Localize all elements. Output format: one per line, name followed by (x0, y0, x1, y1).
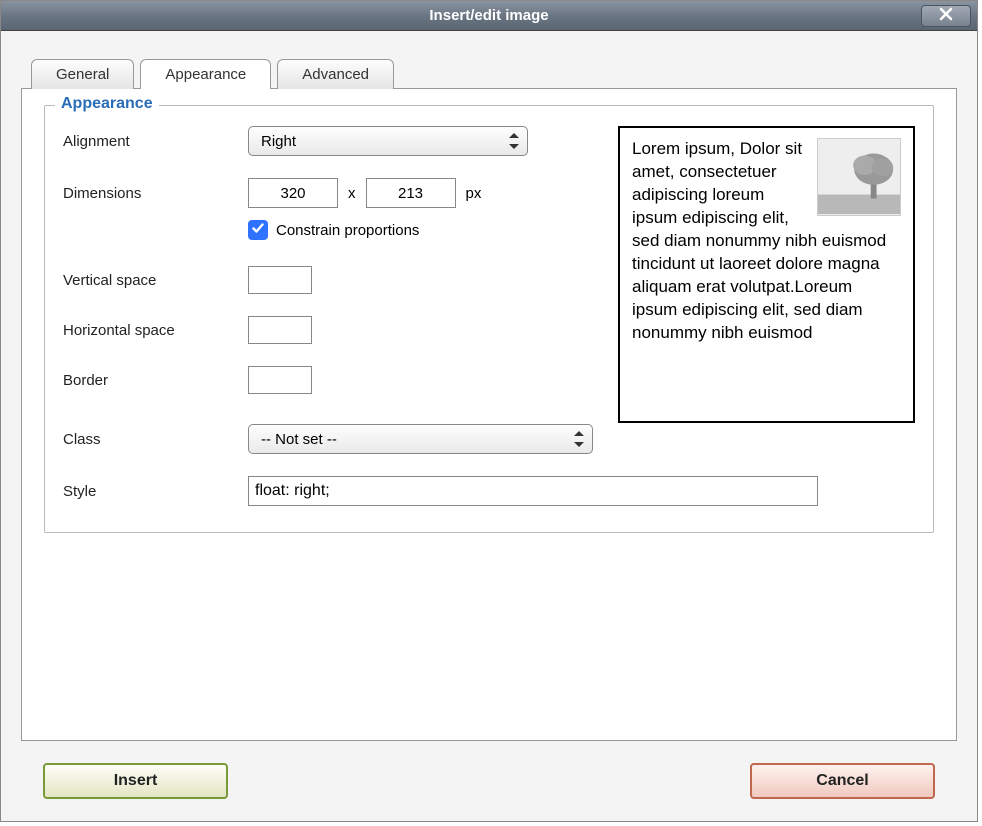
width-input[interactable] (248, 178, 338, 208)
button-label: Insert (114, 772, 158, 790)
style-input[interactable] (248, 476, 818, 506)
row-style: Style (63, 476, 915, 506)
dialog-title: Insert/edit image (429, 7, 548, 24)
tab-general[interactable]: General (31, 59, 134, 89)
vspace-label: Vertical space (63, 272, 248, 289)
class-select[interactable]: -- Not set -- (248, 424, 593, 454)
dimensions-label: Dimensions (63, 185, 248, 202)
check-icon (251, 221, 265, 239)
style-label: Style (63, 483, 248, 500)
tab-label: Advanced (302, 66, 369, 83)
tab-panel: Appearance Alignment Right Dimensions (21, 88, 957, 741)
hspace-input[interactable] (248, 316, 312, 344)
tree-icon (818, 138, 900, 215)
vspace-input[interactable] (248, 266, 312, 294)
chevron-updown-icon (509, 133, 519, 149)
tab-label: General (56, 66, 109, 83)
preview-box: Lorem ipsum, Dolor sit amet, consectetue… (618, 126, 915, 423)
height-input[interactable] (366, 178, 456, 208)
tab-bar: General Appearance Advanced (21, 59, 957, 89)
titlebar: Insert/edit image (1, 1, 977, 31)
border-input[interactable] (248, 366, 312, 394)
tab-appearance[interactable]: Appearance (140, 59, 271, 89)
appearance-fieldset: Appearance Alignment Right Dimensions (44, 105, 934, 533)
button-label: Cancel (816, 772, 868, 790)
cancel-button[interactable]: Cancel (750, 763, 935, 799)
select-value: Right (261, 133, 296, 150)
alignment-select[interactable]: Right (248, 126, 528, 156)
constrain-checkbox[interactable] (248, 220, 268, 240)
dialog-body: General Appearance Advanced Appearance A… (1, 31, 977, 821)
insert-button[interactable]: Insert (43, 763, 228, 799)
border-label: Border (63, 372, 248, 389)
preview-image (817, 138, 901, 216)
row-class: Class -- Not set -- (63, 424, 915, 454)
alignment-label: Alignment (63, 133, 248, 150)
class-label: Class (63, 431, 248, 448)
dim-separator: x (348, 185, 356, 202)
close-button[interactable] (921, 5, 971, 27)
tab-advanced[interactable]: Advanced (277, 59, 394, 89)
dim-unit: px (466, 185, 482, 202)
fieldset-legend: Appearance (55, 95, 159, 113)
hspace-label: Horizontal space (63, 322, 248, 339)
select-value: -- Not set -- (261, 431, 337, 448)
dialog: Insert/edit image General Appearance Adv… (0, 0, 978, 822)
chevron-updown-icon (574, 431, 584, 447)
dialog-footer: Insert Cancel (21, 741, 957, 821)
tab-label: Appearance (165, 66, 246, 83)
close-icon (939, 7, 953, 25)
constrain-label: Constrain proportions (276, 222, 419, 239)
